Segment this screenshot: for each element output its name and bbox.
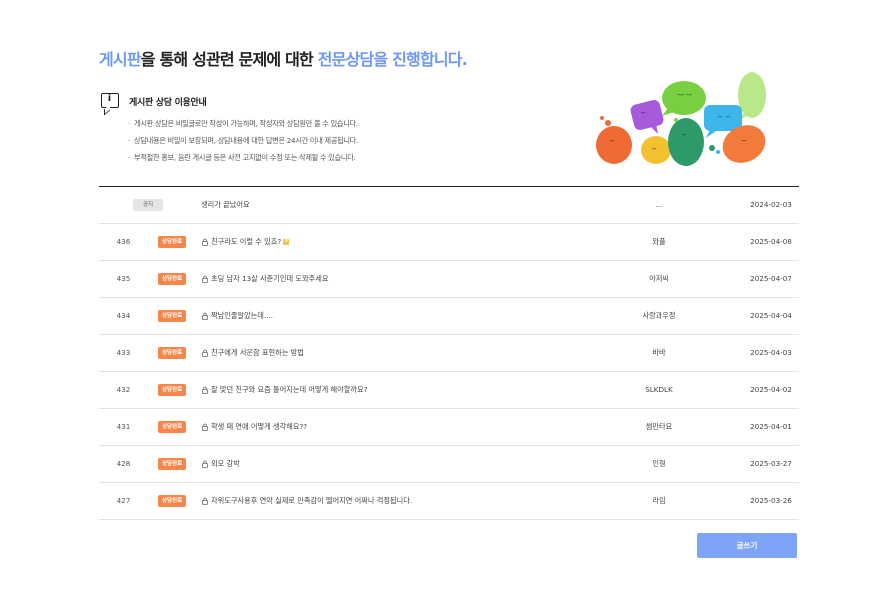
table-row[interactable]: 432 상담완료 잘 맞던 친구와 요즘 틀어지는데 어떻게 해야할까요? SL… <box>99 372 799 409</box>
post-author: 아저씨 <box>649 274 669 283</box>
status-badge: 상담완료 <box>158 458 187 470</box>
usage-guide-title: i 게시판 상담 이용안내 <box>101 92 401 112</box>
usage-guide-item: 부적절한 홍보, 음란 게시글 등은 사전 고지없이 수정 또는 삭제될 수 있… <box>128 152 488 169</box>
table-row[interactable]: 433 상담완료 친구에게 서운함 표현하는 방법 바바 2025-04-03 <box>99 335 799 372</box>
post-date: 2025-03-26 <box>750 496 792 505</box>
lock-icon <box>201 312 209 320</box>
post-date: 2025-03-27 <box>750 459 792 468</box>
usage-guide-list: 게시판 상담은 비밀글로만 작성이 가능하며, 작성자와 상담원만 볼 수 있습… <box>128 118 488 169</box>
post-subject[interactable]: 친구라도 이럴 수 있죠? N <box>211 224 290 260</box>
info-icon-letter: i <box>107 93 112 104</box>
status-badge: 상담완료 <box>158 347 187 359</box>
status-badge: 상담완료 <box>158 236 187 248</box>
lock-icon <box>201 238 209 246</box>
lock-icon <box>201 460 209 468</box>
post-number: 434 <box>116 311 131 320</box>
post-number: 436 <box>116 237 131 246</box>
post-number: 431 <box>116 422 131 431</box>
table-row[interactable]: 431 상담완료 학생 때 연애 어떻게 생각해요?? 썸만타요 2025-04… <box>99 409 799 446</box>
info-speech-icon: i <box>101 93 119 108</box>
post-subject[interactable]: 학생 때 연애 어떻게 생각해요?? <box>211 409 307 445</box>
lock-icon <box>201 275 209 283</box>
post-author: 바바 <box>652 348 666 357</box>
post-date: 2025-04-04 <box>750 311 792 320</box>
post-subject[interactable]: 짝남인줄알았는데.... <box>211 298 273 334</box>
status-badge: 상담완료 <box>158 310 187 322</box>
post-author: 사랑과우정 <box>642 311 676 320</box>
post-subject-text[interactable]: 친구라도 이럴 수 있죠? <box>211 237 281 246</box>
table-row[interactable]: 427 상담완료 자위도구사용후 연약 실제로 만족감이 떨어지면 어쩌나 걱정… <box>99 483 799 520</box>
post-date: 2025-04-07 <box>750 274 792 283</box>
usage-guide-item: 상담내용은 비밀이 보장되며, 상담내용에 대한 답변은 24시간 이내 제공됩… <box>128 135 488 152</box>
page-title-highlight-board: 게시판 <box>99 50 142 69</box>
post-number: 433 <box>116 348 131 357</box>
lock-icon <box>201 349 209 357</box>
new-post-badge: N <box>283 239 290 245</box>
speech-bubbles-illustration <box>592 68 772 174</box>
notice-badge: 공지 <box>133 199 163 211</box>
table-row[interactable]: 435 상담완료 초딩 남자 13살 사춘기인데 도와주세요 아저씨 2025-… <box>99 261 799 298</box>
page-title-middle: 을 통해 성관련 문제에 대한 <box>140 50 318 69</box>
table-row[interactable]: 428 상담완료 외모 강박 인형 2025-03-27 <box>99 446 799 483</box>
status-badge: 상담완료 <box>158 273 187 285</box>
post-number: 428 <box>116 459 131 468</box>
post-subject[interactable]: 잘 맞던 친구와 요즘 틀어지는데 어떻게 해야할까요? <box>211 372 367 408</box>
post-date: 2025-04-01 <box>750 422 792 431</box>
usage-guide-heading: 게시판 상담 이용안내 <box>129 98 207 108</box>
post-number: 427 <box>116 496 131 505</box>
status-badge: 상담완료 <box>158 495 187 507</box>
page-title-highlight-counsel: 전문상담을 진행합니다. <box>317 50 468 69</box>
post-author: 라임 <box>652 496 666 505</box>
status-badge: 상담완료 <box>158 384 187 396</box>
post-author: ... <box>655 200 663 209</box>
post-number: 435 <box>116 274 131 283</box>
post-number: 432 <box>116 385 131 394</box>
post-date: 2025-04-02 <box>750 385 792 394</box>
lock-icon <box>201 386 209 394</box>
post-subject[interactable]: 외모 강박 <box>211 446 240 482</box>
post-author: 인형 <box>652 459 666 468</box>
post-subject[interactable]: 생리가 끝났어요 <box>201 187 250 223</box>
post-date: 2025-04-08 <box>750 237 792 246</box>
table-row[interactable]: 436 상담완료 친구라도 이럴 수 있죠? N 와플 2025-04-08 <box>99 224 799 261</box>
page-title: 게시판을 통해 성관련 문제에 대한 전문상담을 진행합니다. <box>99 46 468 70</box>
post-subject[interactable]: 자위도구사용후 연약 실제로 만족감이 떨어지면 어쩌나 걱정됩니다. <box>211 483 412 519</box>
usage-guide-item: 게시판 상담은 비밀글로만 작성이 가능하며, 작성자와 상담원만 볼 수 있습… <box>128 118 488 135</box>
table-row[interactable]: 434 상담완료 짝남인줄알았는데.... 사랑과우정 2025-04-04 <box>99 298 799 335</box>
post-table: 공지 생리가 끝났어요 ... 2024-02-03 436 상담완료 친구라도… <box>99 186 799 520</box>
status-badge: 상담완료 <box>158 421 187 433</box>
post-subject[interactable]: 친구에게 서운함 표현하는 방법 <box>211 335 304 371</box>
write-post-button[interactable]: 글쓰기 <box>697 533 797 558</box>
lock-icon <box>201 423 209 431</box>
table-row-notice[interactable]: 공지 생리가 끝났어요 ... 2024-02-03 <box>99 187 799 224</box>
lock-icon <box>201 497 209 505</box>
post-date: 2025-04-03 <box>750 348 792 357</box>
post-author: 썸만타요 <box>645 422 673 431</box>
post-date: 2024-02-03 <box>750 200 792 209</box>
post-subject[interactable]: 초딩 남자 13살 사춘기인데 도와주세요 <box>211 261 328 297</box>
post-author: 와플 <box>652 237 666 246</box>
post-author: SLKDLK <box>645 385 673 394</box>
